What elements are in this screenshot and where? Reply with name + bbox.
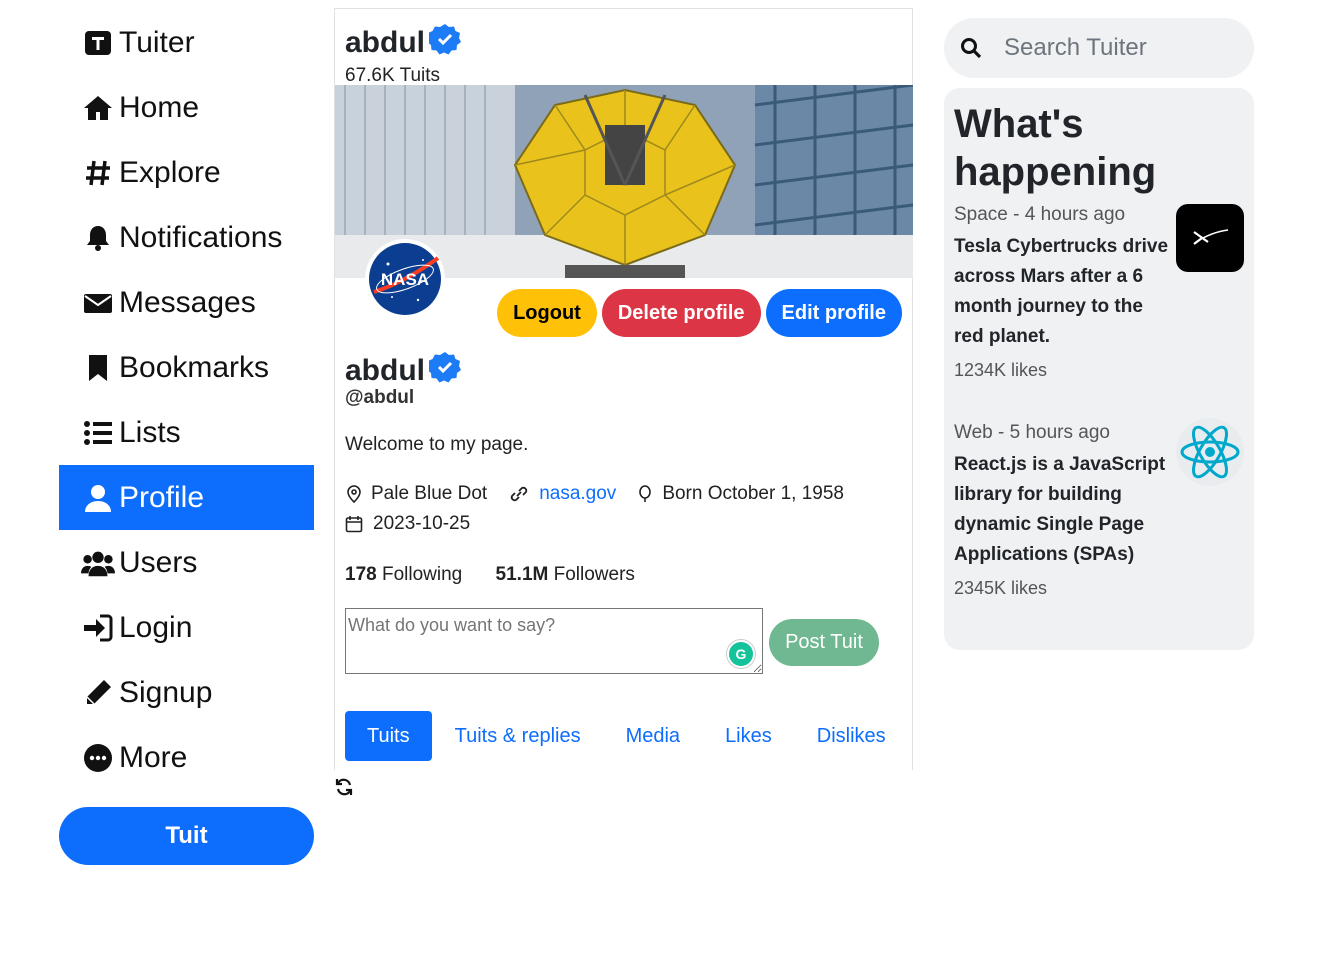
verified-badge-icon: [427, 23, 461, 63]
trend-topic: Space: [954, 204, 1008, 225]
refresh-icon[interactable]: [334, 777, 354, 797]
followers-label: Followers: [553, 564, 635, 585]
brand-link[interactable]: Tuiter: [59, 10, 314, 75]
tuiter-logo-icon: [81, 28, 115, 58]
profile-location: Pale Blue Dot: [371, 483, 488, 504]
post-tuit-button[interactable]: Post Tuit: [769, 619, 879, 666]
profile-avatar: NASA: [365, 239, 445, 319]
search-icon: [961, 38, 982, 59]
profile-joined: 2023-10-25: [345, 513, 470, 535]
list-icon: [81, 418, 115, 448]
location-pin-icon: [347, 485, 361, 503]
nav-item-profile[interactable]: Profile: [59, 465, 314, 530]
trend-item[interactable]: Web - 5 hours ago React.js is a JavaScri…: [954, 418, 1244, 599]
hashtag-icon: [81, 158, 115, 188]
tab-media[interactable]: Media: [604, 711, 702, 761]
delete-profile-button[interactable]: Delete profile: [601, 289, 761, 337]
bell-icon: [81, 223, 115, 253]
nav-item-label: Home: [119, 90, 200, 124]
nav-item-notifications[interactable]: Notifications: [59, 205, 314, 270]
tab-tuits[interactable]: Tuits: [345, 711, 432, 761]
nav-item-label: Explore: [119, 155, 221, 189]
react-icon: [1176, 418, 1244, 486]
envelope-icon: [81, 288, 115, 318]
trend-headline: Tesla Cybertrucks drive across Mars afte…: [954, 236, 1169, 347]
link-icon: [511, 486, 528, 502]
nasa-logo-text: NASA: [381, 270, 429, 289]
followers-stat[interactable]: 51.1M Followers: [496, 564, 635, 585]
nav-item-label: Bookmarks: [119, 350, 270, 384]
nav-item-more[interactable]: More: [59, 725, 314, 790]
followers-count: 51.1M: [495, 564, 549, 585]
trend-topic: Web: [954, 422, 993, 443]
trend-item[interactable]: Space - 4 hours ago Tesla Cybertrucks dr…: [954, 204, 1244, 381]
balloon-icon: [639, 485, 652, 502]
bookmark-icon: [81, 353, 115, 383]
following-count: 178: [345, 564, 377, 585]
calendar-icon: [345, 516, 363, 533]
sign-in-icon: [81, 613, 115, 643]
nav-item-label: Profile: [119, 480, 205, 514]
nav-item-label: Login: [119, 610, 193, 644]
nav-item-bookmarks[interactable]: Bookmarks: [59, 335, 314, 400]
tuit-button[interactable]: Tuit: [59, 807, 314, 865]
trend-headline: React.js is a JavaScript library for bui…: [954, 454, 1166, 565]
nav-item-label: Messages: [119, 285, 256, 319]
tab-likes[interactable]: Likes: [703, 711, 794, 761]
grammarly-icon[interactable]: G: [727, 640, 755, 668]
search-input[interactable]: [1002, 33, 1236, 63]
trend-time: 4 hours ago: [1024, 204, 1126, 225]
follow-stats: 178 Following 51.1M Followers: [345, 564, 635, 586]
users-icon: [81, 548, 115, 578]
profile-handle: @abdul: [345, 387, 415, 408]
profile-name: abdul: [345, 26, 425, 59]
nav-item-label: Signup: [119, 675, 213, 709]
verified-badge-icon: [427, 351, 461, 391]
logout-button[interactable]: Logout: [497, 289, 597, 337]
trend-likes: 2345K likes: [954, 578, 1048, 598]
whats-happening-panel: What's happening Space - 4 hours ago Tes…: [944, 88, 1254, 650]
search-bar: [944, 18, 1254, 78]
user-icon: [81, 483, 115, 513]
profile-header: abdul 67.6K Tuits: [345, 23, 461, 87]
edit-profile-button[interactable]: Edit profile: [765, 289, 902, 337]
profile-birthdate: Born October 1, 1958: [662, 483, 844, 504]
whats-happening-title: What's happening: [954, 102, 1157, 194]
profile-tabs: Tuits Tuits & replies Media Likes Dislik…: [345, 711, 909, 761]
nav-item-label: Notifications: [119, 220, 283, 254]
compose-tuit-input[interactable]: [345, 608, 763, 674]
pencil-icon: [81, 678, 115, 708]
left-nav: Tuiter Home Explore Notifications Messag…: [59, 10, 314, 790]
nav-item-home[interactable]: Home: [59, 75, 314, 140]
tuit-count: 67.6K Tuits: [345, 65, 441, 86]
following-label: Following: [381, 564, 463, 585]
following-stat[interactable]: 178 Following: [345, 564, 462, 585]
trend-likes: 1234K likes: [954, 360, 1048, 380]
trend-time: 5 hours ago: [1009, 422, 1110, 443]
nav-item-label: Lists: [119, 415, 181, 449]
profile-display-name: abdul: [345, 354, 425, 387]
tab-dislikes[interactable]: Dislikes: [795, 711, 908, 761]
home-icon: [81, 93, 115, 123]
more-icon: [81, 743, 115, 773]
brand-label: Tuiter: [119, 25, 195, 59]
profile-bio: Welcome to my page.: [345, 434, 529, 455]
nav-item-label: More: [119, 740, 188, 774]
profile-panel: abdul 67.6K Tuits NASA Logout Delete pro…: [334, 8, 913, 770]
nav-item-signup[interactable]: Signup: [59, 660, 314, 725]
nav-item-login[interactable]: Login: [59, 595, 314, 660]
profile-meta: Pale Blue Dot nasa.gov Born October 1, 1…: [345, 483, 864, 505]
nav-item-messages[interactable]: Messages: [59, 270, 314, 335]
spacex-icon: [1176, 204, 1244, 272]
profile-name-block: abdul: [345, 351, 461, 391]
nav-item-explore[interactable]: Explore: [59, 140, 314, 205]
profile-joined-date: 2023-10-25: [373, 513, 471, 534]
profile-website-link[interactable]: nasa.gov: [539, 483, 616, 505]
tab-tuits-replies[interactable]: Tuits & replies: [433, 711, 603, 761]
nav-item-users[interactable]: Users: [59, 530, 314, 595]
nav-item-label: Users: [119, 545, 198, 579]
nav-item-lists[interactable]: Lists: [59, 400, 314, 465]
profile-actions: Logout Delete profile Edit profile: [497, 289, 902, 337]
